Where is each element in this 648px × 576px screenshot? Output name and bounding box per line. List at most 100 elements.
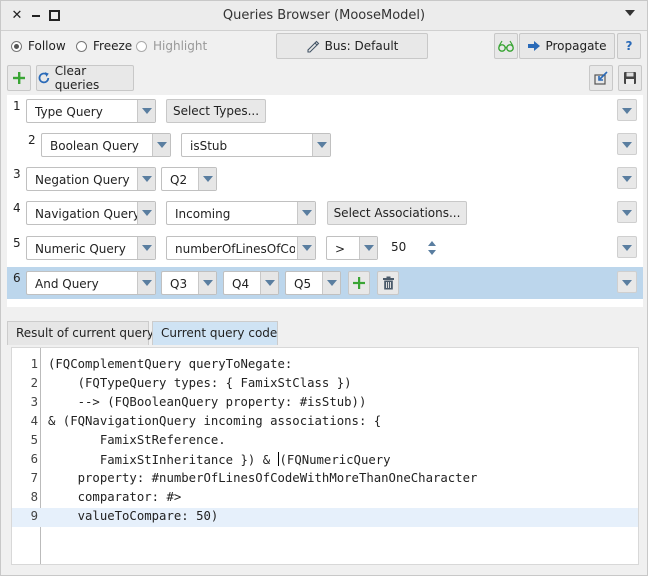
code-text: & (FQNavigationQuery incoming associatio… <box>48 414 382 428</box>
operand-select-2[interactable]: Q4 <box>223 271 279 295</box>
trash-icon <box>382 276 394 290</box>
code-text: (FQComplementQuery queryToNegate: <box>48 357 293 371</box>
code-text: comparator: #> <box>48 490 182 504</box>
title-bar: ✕ Queries Browser (MooseModel) <box>1 1 647 31</box>
query-number: 3 <box>13 167 21 181</box>
chevron-down-icon <box>137 272 155 294</box>
query-type-select[interactable]: Navigation Query <box>26 201 156 225</box>
chevron-down-icon <box>137 202 155 224</box>
line-number: 4 <box>30 414 38 428</box>
query-row-menu-button[interactable] <box>617 201 637 223</box>
queries-toolbar: Clear queries <box>1 63 647 93</box>
chevron-down-icon <box>359 237 377 259</box>
numeric-property-select[interactable]: numberOfLinesOfCode <box>166 236 316 260</box>
line-number: 2 <box>30 376 38 390</box>
query-type-select[interactable]: Boolean Query <box>41 133 171 157</box>
freeze-radio[interactable]: Freeze <box>76 39 132 53</box>
query-number: 4 <box>13 201 21 215</box>
query-type-value: Navigation Query <box>35 207 141 221</box>
bus-button-label: Bus: Default <box>324 39 399 53</box>
query-type-value: And Query <box>35 277 99 291</box>
propagate-button[interactable]: Propagate <box>519 33 615 59</box>
query-row-6[interactable]: 6 And Query Q3 Q4 Q5 <box>7 267 643 299</box>
query-type-select[interactable]: And Query <box>26 271 156 295</box>
code-text-part: (FQNumericQuery <box>279 453 391 467</box>
add-query-button[interactable] <box>7 65 31 91</box>
query-number: 2 <box>28 133 36 147</box>
glasses-icon <box>498 40 514 52</box>
plus-icon <box>353 277 365 289</box>
tab-result-of-current-query[interactable]: Result of current query <box>7 321 154 345</box>
query-type-value: Negation Query <box>35 173 130 187</box>
pencil-icon <box>307 40 319 53</box>
direction-select[interactable]: Incoming <box>166 201 316 225</box>
code-text: FamixStInheritance }) & (FQNumericQuery <box>48 452 391 467</box>
negated-query-select[interactable]: Q2 <box>161 167 217 191</box>
chevron-down-icon <box>137 237 155 259</box>
code-text: valueToCompare: 50) <box>48 509 219 523</box>
query-row-menu-button[interactable] <box>617 167 637 189</box>
freeze-radio-label: Freeze <box>93 39 133 53</box>
property-select[interactable]: isStub <box>181 133 331 157</box>
follow-radio[interactable]: Follow <box>11 39 66 53</box>
query-row-menu-button[interactable] <box>617 133 637 155</box>
chevron-down-icon <box>152 134 170 156</box>
query-row-menu-button[interactable] <box>617 271 637 293</box>
chevron-down-icon <box>198 168 216 190</box>
code-line: 6 FamixStInheritance }) & (FQNumericQuer… <box>12 451 638 470</box>
plus-icon <box>13 72 25 84</box>
chevron-down-icon <box>137 168 155 190</box>
remove-operand-button[interactable] <box>377 271 399 295</box>
radio-unchecked-icon <box>76 40 87 52</box>
comparator-select[interactable]: > <box>326 236 378 260</box>
value-spinner-value: 50 <box>391 240 407 254</box>
add-operand-button[interactable] <box>348 271 370 295</box>
inspect-button[interactable] <box>494 33 518 59</box>
queries-browser-window: ✕ Queries Browser (MooseModel) Follow Fr… <box>0 0 648 576</box>
text-cursor <box>277 452 279 466</box>
query-number: 5 <box>13 236 21 250</box>
query-row-3: 3 Negation Query Q2 <box>7 163 643 195</box>
save-button[interactable] <box>618 65 642 91</box>
code-line: 1 (FQComplementQuery queryToNegate: <box>12 356 638 375</box>
window-menu-icon[interactable] <box>625 10 635 16</box>
clear-queries-button[interactable]: Clear queries <box>36 64 134 92</box>
select-types-button[interactable]: Select Types... <box>166 99 266 123</box>
floppy-disk-icon <box>624 72 636 84</box>
query-type-value: Numeric Query <box>35 242 126 256</box>
query-type-select[interactable]: Negation Query <box>26 167 156 191</box>
operand-value: Q5 <box>294 277 312 291</box>
query-row-menu-button[interactable] <box>617 99 637 121</box>
arrow-right-icon <box>528 41 541 51</box>
query-type-select[interactable]: Type Query <box>26 99 156 123</box>
chevron-down-icon <box>137 100 155 122</box>
query-row-5: 5 Numeric Query numberOfLinesOfCode > 50 <box>7 232 643 264</box>
code-line: 3 --> (FQBooleanQuery property: #isStub)… <box>12 394 638 413</box>
chevron-down-icon <box>198 272 216 294</box>
code-line: 4 & (FQNavigationQuery incoming associat… <box>12 413 638 432</box>
code-text: FamixStReference. <box>48 433 226 447</box>
select-associations-button[interactable]: Select Associations... <box>327 201 467 225</box>
bus-button[interactable]: Bus: Default <box>276 33 428 59</box>
query-type-select[interactable]: Numeric Query <box>26 236 156 260</box>
query-row-1: 1 Type Query Select Types... <box>7 95 643 127</box>
refresh-icon <box>38 72 50 84</box>
export-button[interactable] <box>589 65 613 91</box>
help-button[interactable]: ? <box>617 33 641 59</box>
code-line: 5 FamixStReference. <box>12 432 638 451</box>
line-number: 5 <box>30 433 38 447</box>
value-spinner[interactable]: 50 <box>386 237 442 259</box>
line-number: 9 <box>30 509 38 523</box>
query-code-editor[interactable]: 1 (FQComplementQuery queryToNegate: 2 (F… <box>11 347 639 565</box>
spinner-arrows-icon[interactable] <box>427 240 437 256</box>
operand-select-1[interactable]: Q3 <box>161 271 217 295</box>
operand-select-3[interactable]: Q5 <box>285 271 341 295</box>
highlight-radio[interactable]: Highlight <box>136 39 207 53</box>
clear-queries-label: Clear queries <box>54 64 100 92</box>
tab-current-query-code[interactable]: Current query code <box>152 321 278 345</box>
follow-radio-label: Follow <box>28 39 66 53</box>
operand-value: Q4 <box>232 277 250 291</box>
query-row-menu-button[interactable] <box>617 236 637 258</box>
negated-query-value: Q2 <box>170 173 188 187</box>
query-number: 1 <box>13 99 21 113</box>
